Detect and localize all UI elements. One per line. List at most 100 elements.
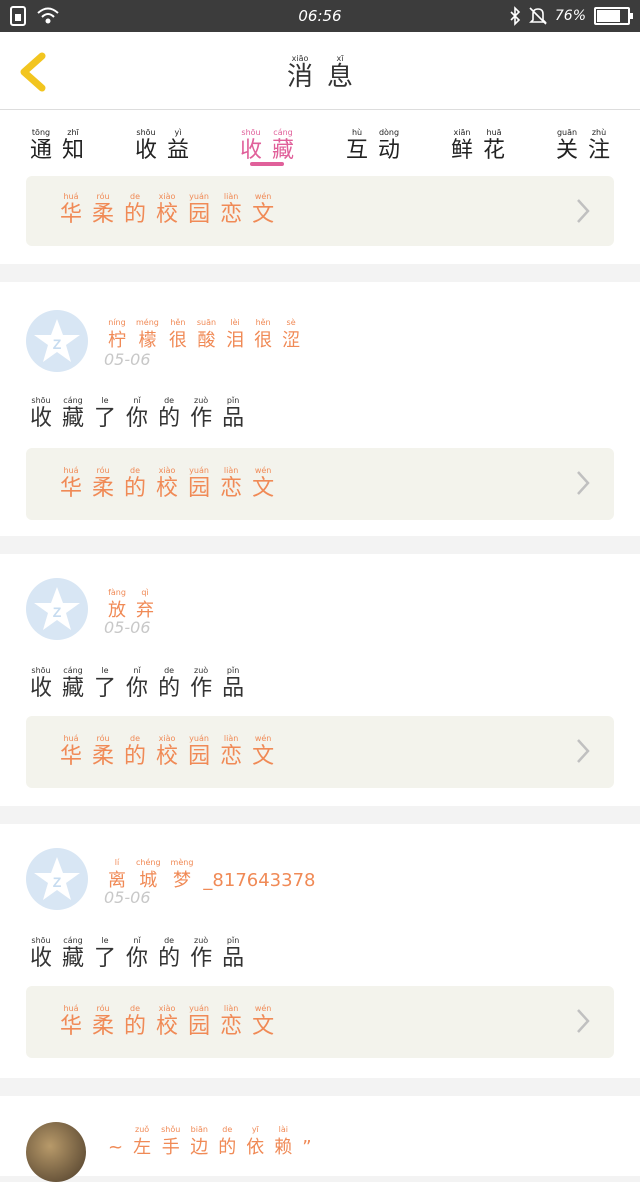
hanzi: 动 (378, 138, 401, 163)
hanzi: 作 (190, 676, 213, 701)
pinyin: róu (96, 192, 110, 201)
hanzi: 藏 (62, 946, 85, 971)
avatar[interactable]: Z (26, 310, 88, 372)
hanzi: 通 (30, 138, 53, 163)
hanzi: 依 (246, 1137, 265, 1158)
tab-interactions[interactable]: hù 互 dòng 动 (346, 120, 400, 164)
pinyin: mèng (170, 858, 194, 867)
pinyin: pǐn (226, 936, 240, 945)
avatar[interactable]: Z (26, 848, 88, 910)
work-link[interactable]: huá 华 róu 柔 de 的 xiào 校 yuán 园 liàn 恋 wén 文 (26, 986, 614, 1058)
notification-card-partial: huá 华 róu 柔 de 的 xiào 校 yuán 园 liàn 恋 wén 文 (0, 176, 640, 264)
pinyin: yuán (189, 1004, 209, 1013)
pinyin: méng (136, 318, 159, 327)
pinyin: cáng (63, 936, 83, 945)
svg-text:Z: Z (53, 604, 62, 620)
hanzi: 品 (222, 406, 245, 431)
ruby-char: xī 息 (327, 54, 353, 90)
hanzi: 的 (124, 202, 147, 227)
hanzi: 鲜 (451, 138, 474, 163)
avatar[interactable] (26, 1122, 86, 1182)
ruby-char: xiān 鲜 (451, 128, 473, 164)
ruby-char: huá 华 (60, 192, 82, 228)
hanzi: ” (302, 1137, 312, 1158)
hanzi: 梦 (172, 870, 191, 891)
hanzi: 柔 (92, 202, 115, 227)
hanzi: 很 (168, 330, 187, 351)
battery-icon (594, 7, 633, 25)
hanzi: 文 (252, 202, 275, 227)
hanzi: 柔 (92, 1014, 115, 1039)
ruby-char: _817643378 (203, 858, 315, 894)
ruby-char: pǐn 品 (222, 396, 244, 432)
pinyin: zuǒ (135, 1125, 150, 1134)
chevron-right-icon (577, 1009, 590, 1033)
notification-date: 05-06 (104, 350, 151, 369)
pinyin: xiào (158, 466, 176, 475)
hanzi: 校 (156, 202, 179, 227)
hanzi: 了 (94, 676, 117, 701)
hanzi: _817643378 (203, 870, 316, 891)
ruby-char: le 了 (94, 396, 116, 432)
work-link[interactable]: huá 华 róu 柔 de 的 xiào 校 yuán 园 liàn 恋 wén 文 (26, 448, 614, 520)
avatar[interactable]: Z (26, 578, 88, 640)
username[interactable]: níng 柠 méng 檬 hěn 很 suān 酸 lèi 泪 hěn 很 sè 涩 (108, 310, 300, 354)
ruby-char: de 的 (124, 192, 146, 228)
pinyin: níng (108, 318, 126, 327)
hanzi: 的 (158, 676, 181, 701)
pinyin: zhù (591, 128, 607, 137)
pinyin: zuò (194, 666, 209, 675)
hanzi: 校 (156, 744, 179, 769)
ruby-char: yuán 园 (188, 734, 210, 770)
notification-card-partial: ~ zuǒ 左 shǒu 手 biān 边 de 的 yī 依 lài 赖 ” (0, 1096, 640, 1182)
hanzi: 恋 (220, 744, 243, 769)
ruby-char: shōu 收 (30, 396, 52, 432)
work-link[interactable]: huá 华 róu 柔 de 的 xiào 校 yuán 园 liàn 恋 wén 文 (26, 176, 614, 246)
ruby-char: nǐ 你 (126, 396, 148, 432)
tab-notifications[interactable]: tōng 通 zhī 知 (30, 120, 84, 164)
username[interactable]: ~ zuǒ 左 shǒu 手 biān 边 de 的 yī 依 lài 赖 ” (108, 1120, 312, 1161)
ruby-char: yì 益 (167, 128, 189, 164)
ruby-char: liàn 恋 (220, 1004, 242, 1040)
ruby-char: le 了 (94, 936, 116, 972)
hanzi: ~ (108, 1137, 124, 1158)
pinyin: huā (486, 128, 502, 137)
pinyin: róu (96, 1004, 110, 1013)
pinyin: hù (351, 128, 363, 137)
hanzi: 手 (161, 1137, 180, 1158)
hanzi: 了 (94, 406, 117, 431)
silent-bell-icon (528, 7, 547, 25)
hanzi: 华 (60, 202, 83, 227)
ruby-char: hù 互 (346, 128, 368, 164)
hanzi: 泪 (226, 330, 245, 351)
ruby-char: hěn 很 (254, 318, 272, 354)
tab-favorites[interactable]: shōu 收 cáng 藏 (240, 120, 294, 164)
ruby-char: xiào 校 (156, 192, 178, 228)
work-link[interactable]: huá 华 róu 柔 de 的 xiào 校 yuán 园 liàn 恋 wén 文 (26, 716, 614, 788)
pinyin: lí (114, 858, 120, 867)
pinyin: qì (141, 588, 149, 597)
ruby-char: cáng 藏 (62, 396, 84, 432)
notification-feed[interactable]: huá 华 róu 柔 de 的 xiào 校 yuán 园 liàn 恋 wén 文 Z níng 柠 mé… (0, 176, 640, 1182)
pinyin: róu (96, 734, 110, 743)
pinyin: de (130, 734, 141, 743)
ruby-char: xiào 校 (156, 1004, 178, 1040)
pinyin: chéng (136, 858, 161, 867)
ruby-char: liàn 恋 (220, 192, 242, 228)
page-title: xiāo 消 xī 息 (0, 46, 640, 90)
pinyin: liàn (223, 734, 239, 743)
tab-following[interactable]: guān 关 zhù 注 (556, 120, 610, 164)
hanzi: 的 (218, 1137, 237, 1158)
ruby-char: zhù 注 (588, 128, 610, 164)
status-bar: 06:56 76% (0, 0, 640, 32)
pinyin: hěn (170, 318, 186, 327)
nav-bar: xiāo 消 xī 息 (0, 32, 640, 110)
ruby-char: shōu 收 (240, 128, 262, 164)
tab-flowers[interactable]: xiān 鲜 huā 花 (451, 120, 505, 164)
hanzi: 收 (30, 676, 53, 701)
pinyin: xiān (453, 128, 471, 137)
tab-earnings[interactable]: shōu 收 yì 益 (135, 120, 189, 164)
hanzi: 园 (188, 1014, 211, 1039)
hanzi: 了 (94, 946, 117, 971)
ruby-char: mèng 梦 (171, 858, 194, 894)
